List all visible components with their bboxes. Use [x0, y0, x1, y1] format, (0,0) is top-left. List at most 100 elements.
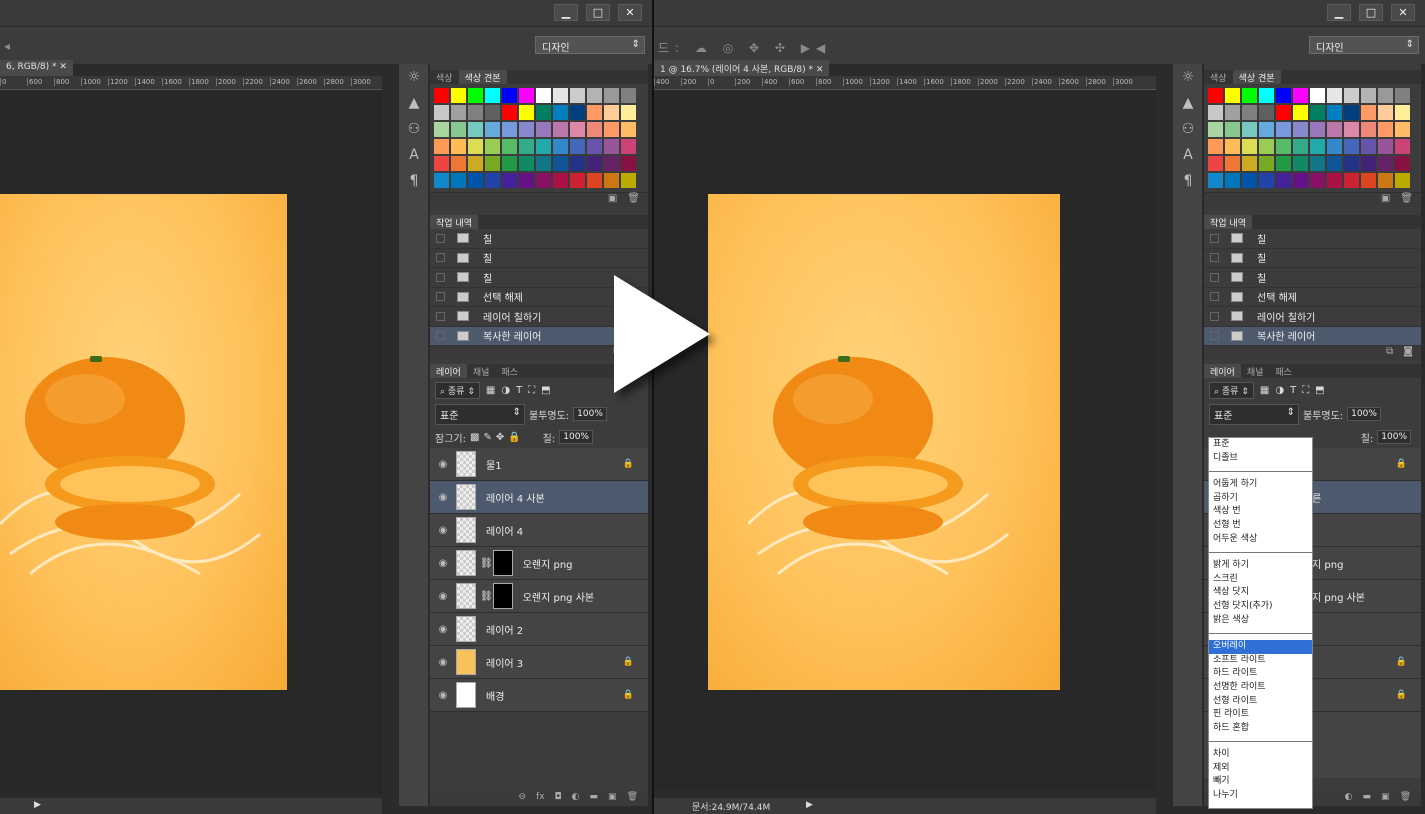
color-swatch[interactable]: [535, 172, 552, 189]
camera-icon[interactable]: ◙: [1403, 346, 1413, 360]
color-swatch[interactable]: [1360, 138, 1377, 155]
color-swatch[interactable]: [552, 87, 569, 104]
color-swatch[interactable]: [1326, 121, 1343, 138]
character-icon[interactable]: A: [399, 142, 429, 168]
settings-icon[interactable]: ☼: [399, 64, 429, 90]
color-swatch[interactable]: [552, 138, 569, 155]
color-swatch[interactable]: [569, 172, 586, 189]
mask-icon[interactable]: ◘: [555, 792, 562, 806]
tab-paths[interactable]: 패스: [1269, 364, 1298, 378]
blend-option[interactable]: 선명한 라이트: [1209, 681, 1312, 695]
eye-icon[interactable]: ◉: [430, 558, 456, 569]
color-swatch[interactable]: [518, 104, 535, 121]
color-swatch[interactable]: [484, 87, 501, 104]
layer-filter-select[interactable]: ⌕ 종류 ⇕: [435, 381, 480, 399]
color-swatch[interactable]: [1343, 138, 1360, 155]
color-swatch[interactable]: [518, 87, 535, 104]
color-swatch[interactable]: [1275, 104, 1292, 121]
color-swatch[interactable]: [1275, 155, 1292, 172]
blend-option[interactable]: 제외: [1209, 762, 1312, 776]
blend-mode-select[interactable]: 표준 ⇕: [435, 403, 525, 425]
histogram-icon[interactable]: ▲: [1173, 90, 1203, 116]
color-swatch[interactable]: [1377, 121, 1394, 138]
histogram-icon[interactable]: ▲: [399, 90, 429, 116]
blend-option[interactable]: 어두운 색상: [1209, 533, 1312, 547]
color-swatch[interactable]: [467, 138, 484, 155]
layer-row[interactable]: ◉ 레이어 2: [430, 613, 648, 646]
maximize-button[interactable]: □: [586, 4, 610, 21]
color-swatch[interactable]: [620, 138, 637, 155]
blend-option[interactable]: 곱하기: [1209, 492, 1312, 506]
color-swatch[interactable]: [535, 87, 552, 104]
color-swatch[interactable]: [1258, 172, 1275, 189]
color-swatch[interactable]: [1343, 121, 1360, 138]
color-swatch[interactable]: [501, 121, 518, 138]
filter-adjust-icon[interactable]: ◑: [501, 385, 510, 396]
color-swatch[interactable]: [501, 87, 518, 104]
color-swatch[interactable]: [1207, 155, 1224, 172]
status-arrow-icon[interactable]: ▶: [806, 800, 813, 810]
color-swatch[interactable]: [501, 138, 518, 155]
color-swatch[interactable]: [433, 155, 450, 172]
color-swatch[interactable]: [1394, 104, 1411, 121]
filter-adjust-icon[interactable]: ◑: [1275, 385, 1284, 396]
color-swatch[interactable]: [1394, 172, 1411, 189]
filter-type-icon[interactable]: T: [1290, 385, 1296, 396]
color-swatch[interactable]: [1326, 138, 1343, 155]
color-swatch[interactable]: [1224, 172, 1241, 189]
new-swatch-icon[interactable]: ▣: [1381, 193, 1390, 207]
eye-icon[interactable]: ◉: [430, 492, 456, 503]
color-swatch[interactable]: [603, 172, 620, 189]
history-checkbox[interactable]: [1210, 253, 1219, 263]
color-swatch[interactable]: [1241, 155, 1258, 172]
color-swatch[interactable]: [1241, 87, 1258, 104]
color-swatch[interactable]: [467, 121, 484, 138]
lock-all-icon[interactable]: 🔒: [508, 432, 520, 443]
history-item[interactable]: 레이어 칠하기: [1204, 307, 1421, 327]
color-swatch[interactable]: [450, 172, 467, 189]
tab-color[interactable]: 색상: [430, 70, 459, 84]
color-swatch[interactable]: [1326, 87, 1343, 104]
settings-icon[interactable]: ☼: [1173, 64, 1203, 90]
chain-icon[interactable]: ⛓: [480, 558, 493, 569]
color-swatch[interactable]: [1360, 172, 1377, 189]
color-swatch[interactable]: [586, 104, 603, 121]
opacity-input[interactable]: 100%: [573, 407, 607, 421]
color-swatch[interactable]: [1377, 138, 1394, 155]
color-swatch[interactable]: [433, 172, 450, 189]
new-layer-icon[interactable]: ▣: [1381, 792, 1390, 806]
color-swatch[interactable]: [586, 138, 603, 155]
blend-mode-select[interactable]: 표준 ⇕: [1209, 403, 1299, 425]
color-swatch[interactable]: [586, 172, 603, 189]
color-swatch[interactable]: [1360, 104, 1377, 121]
color-swatch[interactable]: [535, 121, 552, 138]
color-swatch[interactable]: [484, 104, 501, 121]
color-swatch[interactable]: [518, 121, 535, 138]
color-swatch[interactable]: [1360, 121, 1377, 138]
canvas-area[interactable]: [0, 90, 382, 796]
color-swatch[interactable]: [518, 172, 535, 189]
color-swatch[interactable]: [1309, 121, 1326, 138]
folder-icon[interactable]: ▬: [590, 792, 599, 806]
filter-shape-icon[interactable]: ⛶: [1302, 385, 1309, 396]
filter-smart-icon[interactable]: ⬒: [541, 385, 550, 396]
color-swatch[interactable]: [1258, 155, 1275, 172]
tab-channels[interactable]: 채널: [1241, 364, 1270, 378]
character-icon[interactable]: A: [1173, 142, 1203, 168]
color-swatch[interactable]: [501, 104, 518, 121]
color-swatch[interactable]: [620, 87, 637, 104]
color-swatch[interactable]: [1224, 87, 1241, 104]
color-swatch[interactable]: [433, 121, 450, 138]
fx-icon[interactable]: fx: [536, 792, 545, 806]
paragraph-icon[interactable]: ¶: [399, 168, 429, 194]
color-swatch[interactable]: [1241, 104, 1258, 121]
color-swatch[interactable]: [518, 155, 535, 172]
eye-icon[interactable]: ◉: [430, 657, 456, 668]
layer-filter-select[interactable]: ⌕ 종류 ⇕: [1209, 381, 1254, 399]
color-swatch[interactable]: [552, 172, 569, 189]
workspace-select[interactable]: 디자인 ⇕: [1309, 36, 1419, 54]
color-swatch[interactable]: [603, 87, 620, 104]
color-swatch[interactable]: [467, 87, 484, 104]
blend-option[interactable]: 핀 라이트: [1209, 708, 1312, 722]
color-swatch[interactable]: [501, 155, 518, 172]
